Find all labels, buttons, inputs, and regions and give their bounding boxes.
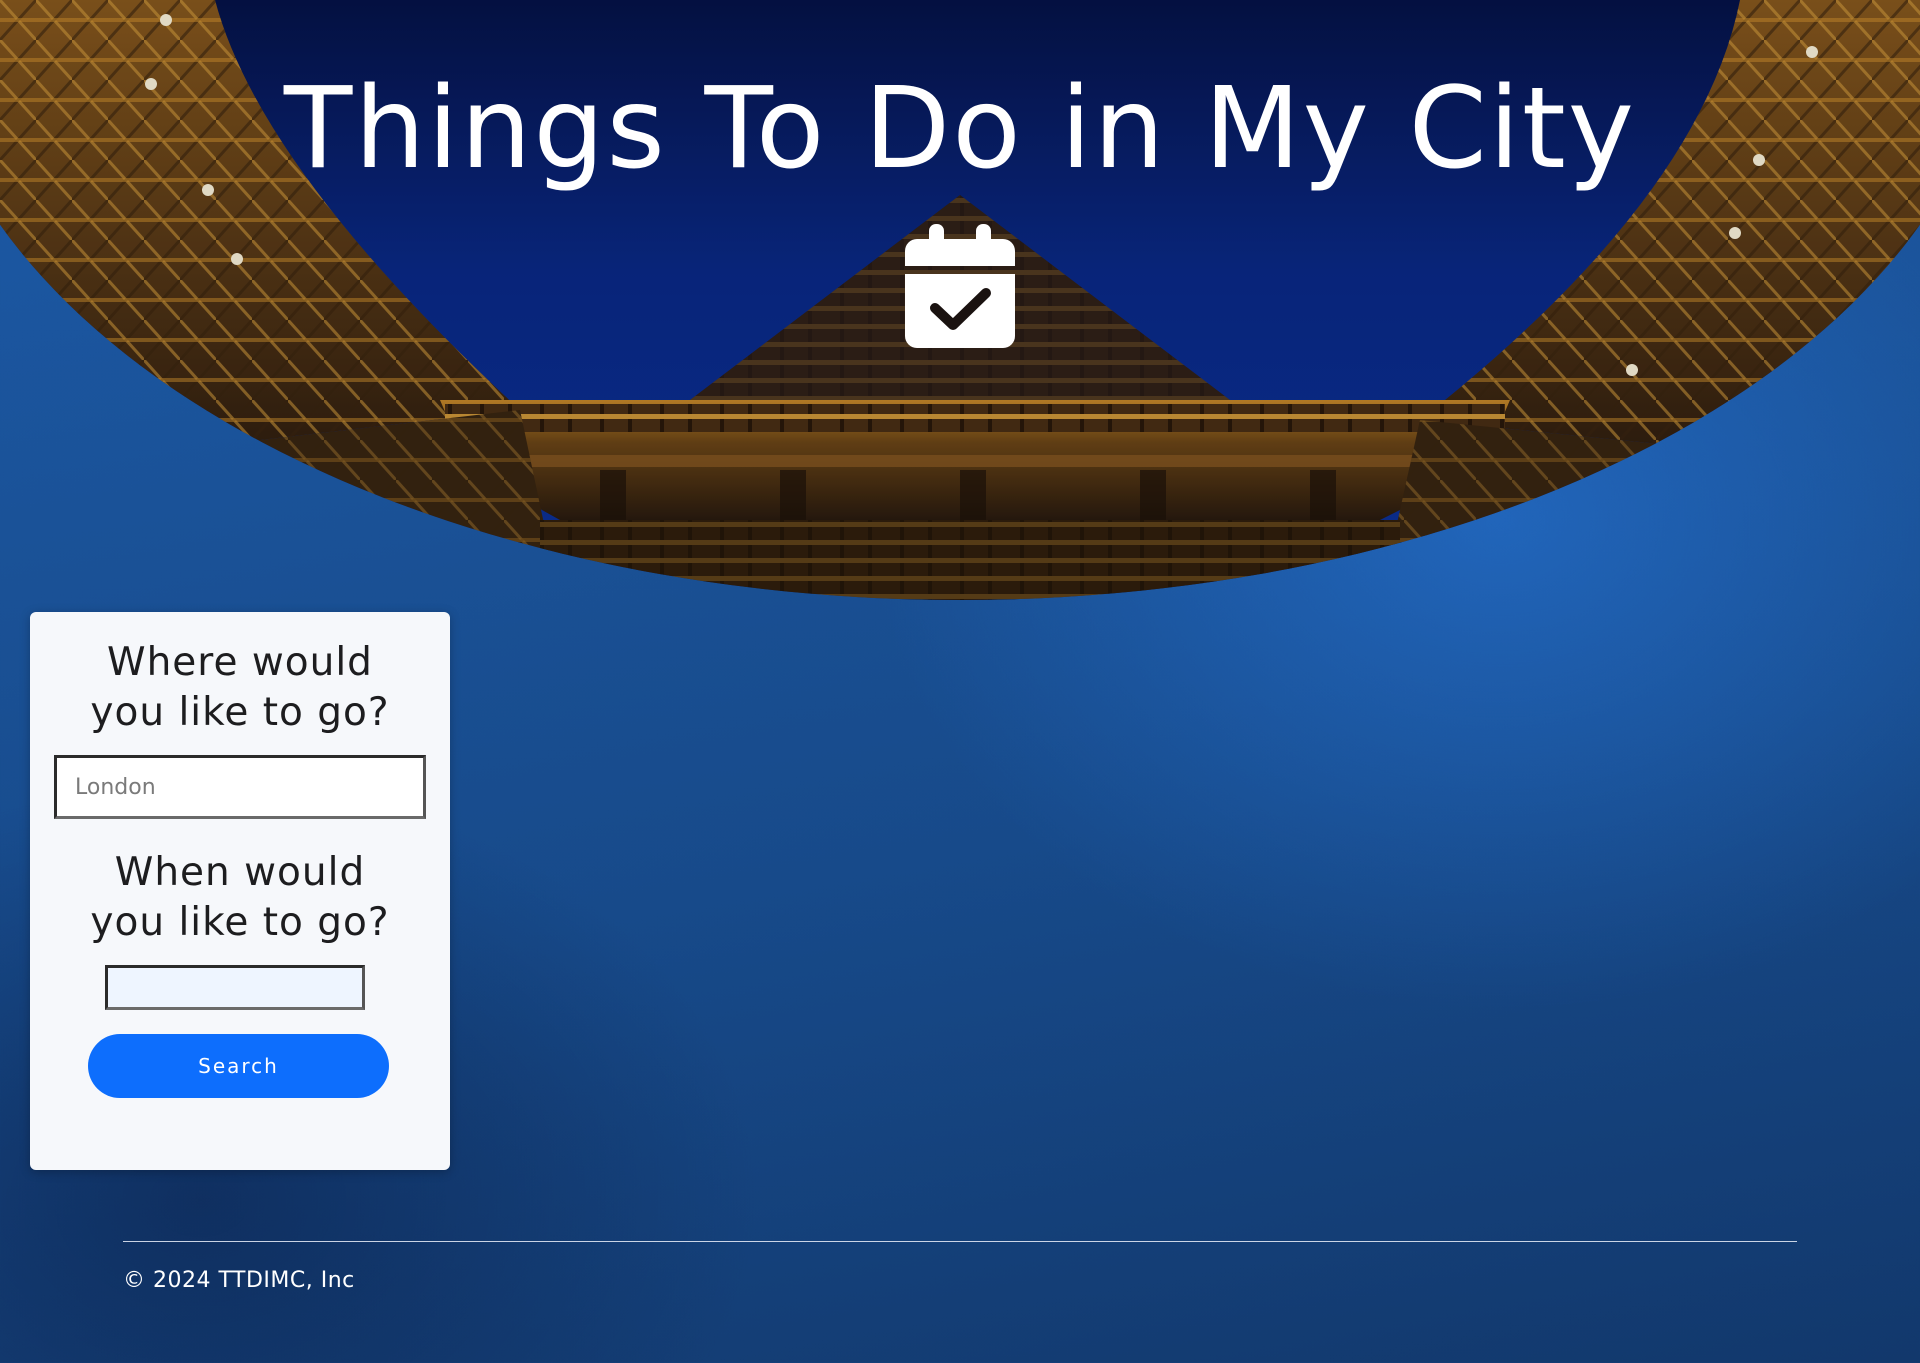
date-input[interactable]: [105, 965, 365, 1010]
calendar-check-icon: [905, 222, 1015, 348]
page-title: Things To Do in My City: [283, 64, 1637, 194]
when-heading: When would you like to go?: [90, 850, 390, 945]
search-button[interactable]: Search: [88, 1034, 389, 1098]
copyright-text: © 2024 TTDIMC, Inc: [123, 1268, 355, 1293]
footer-divider: [123, 1241, 1797, 1242]
destination-input[interactable]: [54, 755, 426, 819]
search-card: Where would you like to go? When would y…: [30, 612, 450, 1170]
where-heading: Where would you like to go?: [90, 640, 390, 735]
